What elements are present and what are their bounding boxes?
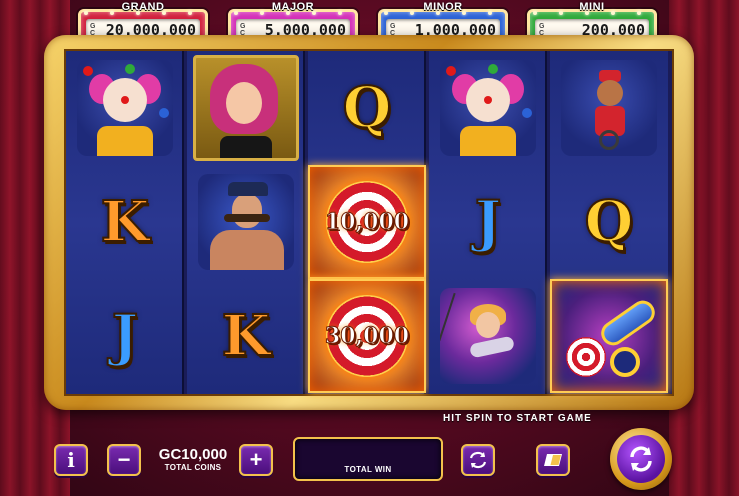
marquee-bulb bbox=[286, 11, 290, 15]
increase-bet-button[interactable]: + bbox=[239, 444, 273, 476]
marquee-bulb bbox=[312, 11, 316, 15]
status-message: HIT SPIN TO START GAME bbox=[443, 413, 592, 424]
reel-cell bbox=[66, 51, 184, 165]
marquee-bulb bbox=[188, 11, 192, 15]
autoplay-icon bbox=[469, 451, 487, 469]
reel-4: J bbox=[429, 51, 547, 394]
reel-cell: K bbox=[66, 165, 184, 279]
marquee-bulb bbox=[611, 11, 615, 15]
marquee-bulb bbox=[384, 11, 388, 15]
marquee-bulb bbox=[136, 11, 140, 15]
coins-label: TOTAL COINS bbox=[164, 462, 222, 472]
marquee-bulb bbox=[234, 11, 238, 15]
marquee-bulb bbox=[338, 11, 342, 15]
reel-2: K bbox=[187, 51, 305, 394]
symbol-j: J bbox=[474, 189, 502, 255]
reel-cell bbox=[187, 51, 305, 165]
ringmaster-lady-icon bbox=[193, 55, 299, 161]
marquee-bulb bbox=[585, 11, 589, 15]
reel-cell bbox=[429, 279, 547, 393]
reel-5: Q bbox=[550, 51, 668, 394]
reel-cell: K bbox=[187, 279, 305, 393]
reel-cell bbox=[550, 51, 668, 165]
marquee-bulb bbox=[533, 11, 537, 15]
symbol-q: Q bbox=[342, 75, 393, 141]
reel-cell: J bbox=[429, 165, 547, 279]
marquee-bulb bbox=[559, 11, 563, 15]
symbol-q: Q bbox=[584, 189, 635, 255]
cannon-icon bbox=[596, 295, 660, 351]
total-win-display: TOTAL WIN bbox=[293, 437, 443, 481]
autoplay-button[interactable] bbox=[461, 444, 495, 476]
turbo-icon bbox=[544, 454, 562, 466]
marquee-bulb bbox=[410, 11, 414, 15]
target-icon bbox=[566, 337, 606, 377]
coins-value: GC10,000 bbox=[158, 445, 228, 463]
reel-frame: K J K Q 10,000 30,000 J Q bbox=[44, 35, 694, 410]
reel-cell bbox=[429, 51, 547, 165]
reel-cell: J bbox=[66, 279, 184, 393]
prize-value: 10,000 bbox=[324, 209, 410, 236]
reel-cell: Q bbox=[550, 165, 668, 279]
reel-cell: Q bbox=[308, 51, 426, 165]
strongman-icon bbox=[198, 174, 294, 270]
prize-value: 30,000 bbox=[324, 323, 410, 350]
symbol-j: J bbox=[111, 303, 139, 369]
marquee-bulb bbox=[162, 11, 166, 15]
bonus-target-cell: 30,000 bbox=[308, 279, 426, 393]
spin-icon bbox=[617, 435, 665, 483]
marquee-bulb bbox=[488, 11, 492, 15]
bonus-cannon-cell bbox=[550, 279, 668, 393]
total-coins-display: GC10,000 TOTAL COINS bbox=[140, 440, 246, 478]
turbo-button[interactable] bbox=[536, 444, 570, 476]
marquee-bulb bbox=[84, 11, 88, 15]
minus-icon: − bbox=[117, 447, 131, 472]
reel-3: Q 10,000 30,000 bbox=[308, 51, 426, 394]
marquee-bulb bbox=[637, 11, 641, 15]
acrobat-icon bbox=[440, 288, 536, 384]
marquee-bulb bbox=[260, 11, 264, 15]
total-win-label: TOTAL WIN bbox=[344, 465, 392, 474]
info-button[interactable]: i bbox=[54, 444, 88, 476]
reel-1: K J bbox=[66, 51, 184, 394]
reel-window: K J K Q 10,000 30,000 J Q bbox=[64, 49, 674, 396]
plus-icon: + bbox=[249, 447, 263, 472]
info-icon: i bbox=[67, 448, 75, 472]
decrease-bet-button[interactable]: − bbox=[107, 444, 141, 476]
symbol-k: K bbox=[100, 189, 151, 255]
clown-icon bbox=[440, 60, 536, 156]
clown-icon bbox=[77, 60, 173, 156]
marquee-bulb bbox=[436, 11, 440, 15]
marquee-bulb bbox=[462, 11, 466, 15]
cannon-wheel-icon bbox=[610, 347, 640, 377]
symbol-k: K bbox=[221, 303, 272, 369]
monkey-unicycle-icon bbox=[561, 60, 657, 156]
bonus-target-cell: 10,000 bbox=[308, 165, 426, 279]
reel-cell bbox=[187, 165, 305, 279]
marquee-bulb bbox=[110, 11, 114, 15]
spin-button[interactable] bbox=[610, 428, 672, 490]
